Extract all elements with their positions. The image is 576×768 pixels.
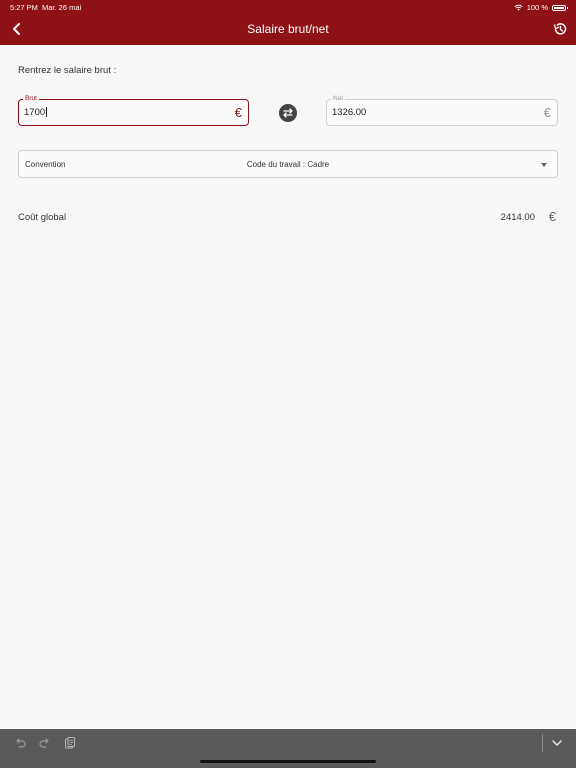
undo-icon [16, 738, 26, 748]
status-bar: 5:27 PM Mar. 26 mai 100 % [0, 0, 576, 14]
convention-select[interactable]: Convention Code du travail : Cadre [18, 150, 558, 178]
cout-global-value: 2414.00 [500, 212, 535, 223]
status-right: 100 % [514, 3, 568, 12]
swap-arrows-icon [283, 108, 293, 118]
status-date: Mar. 26 mai [42, 3, 82, 12]
paste-button[interactable] [63, 736, 77, 750]
brut-label: Brut [23, 95, 39, 103]
navigation-header: 5:27 PM Mar. 26 mai 100 % Salaire brut/n… [0, 0, 576, 45]
brut-input[interactable]: 1700 [24, 107, 214, 118]
convention-value: Code du travail : Cadre [246, 160, 330, 169]
cout-global-label: Coût global [18, 212, 67, 223]
net-value[interactable]: 1326.00 [332, 107, 522, 118]
toolbar-divider [542, 734, 543, 752]
history-icon [553, 23, 567, 35]
net-label: Net [331, 95, 346, 103]
home-indicator[interactable] [200, 760, 376, 763]
history-button[interactable] [552, 21, 568, 37]
battery-percent: 100 % [526, 3, 548, 12]
redo-icon [39, 738, 49, 748]
page-title: Salaire brut/net [247, 22, 329, 36]
euro-icon: € [543, 105, 551, 120]
status-time: 5:27 PM [10, 3, 38, 12]
brut-value: 1700 [24, 107, 46, 118]
wifi-icon [514, 4, 523, 11]
swap-button[interactable] [279, 104, 297, 122]
euro-icon: € [234, 105, 242, 120]
undo-button[interactable] [13, 736, 27, 750]
battery-icon [552, 4, 568, 11]
chevron-down-icon [552, 740, 562, 746]
text-caret [46, 107, 48, 118]
dropdown-arrow-icon [541, 163, 547, 167]
hide-keyboard-button[interactable] [550, 736, 564, 750]
clipboard-icon [65, 737, 75, 749]
input-prompt: Rentrez le salaire brut : [18, 65, 117, 76]
net-field[interactable]: Net 1326.00 € [326, 95, 558, 126]
euro-icon: € [548, 209, 556, 224]
redo-button[interactable] [38, 736, 52, 750]
brut-field[interactable]: Brut 1700 € [18, 95, 249, 126]
